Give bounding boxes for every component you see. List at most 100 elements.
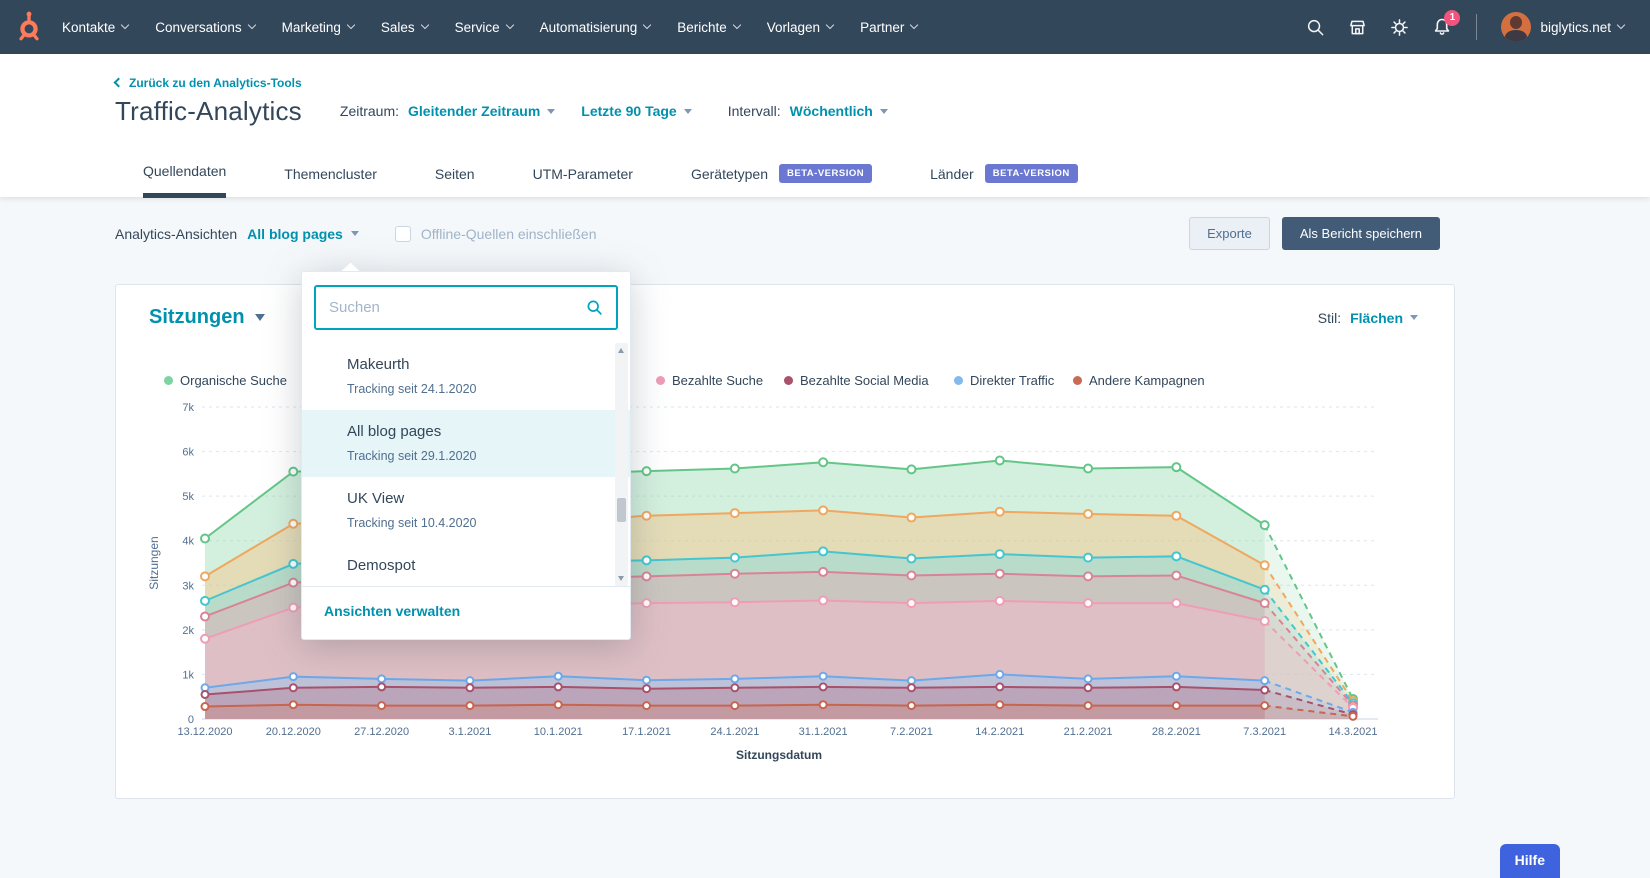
data-point xyxy=(288,518,299,529)
data-point xyxy=(906,464,917,475)
data-point xyxy=(288,466,299,477)
top-navigation: Kontakte Conversations Marketing Sales S… xyxy=(0,0,1650,54)
data-point xyxy=(818,505,829,516)
data-point xyxy=(377,682,387,692)
caret-down-icon xyxy=(254,314,265,321)
help-button[interactable]: Hilfe xyxy=(1499,844,1560,878)
chevron-down-icon xyxy=(420,20,429,30)
data-point xyxy=(288,602,299,613)
nav-item-berichte[interactable]: Berichte xyxy=(677,20,742,35)
marketplace-icon[interactable] xyxy=(1347,17,1368,38)
chart-style-dropdown[interactable]: Flächen xyxy=(1350,310,1418,326)
scroll-up-icon[interactable] xyxy=(618,348,624,353)
tab-seiten[interactable]: Seiten xyxy=(435,163,475,198)
tab-laender[interactable]: Länder BETA-VERSION xyxy=(930,163,1078,198)
scroll-down-icon[interactable] xyxy=(618,576,624,581)
data-point xyxy=(1259,520,1270,531)
view-option-makeurth[interactable]: Makeurth Tracking seit 24.1.2020 xyxy=(302,343,630,410)
view-option-demospot[interactable]: Demospot xyxy=(302,544,630,586)
data-point xyxy=(1083,463,1094,474)
user-avatar xyxy=(1501,12,1532,42)
notifications-bell-icon[interactable]: 1 xyxy=(1431,9,1461,38)
legend-dot xyxy=(954,376,963,385)
dropdown-scrollbar[interactable] xyxy=(615,343,628,586)
nav-item-kontakte[interactable]: Kontakte xyxy=(62,20,130,35)
data-point xyxy=(377,701,387,711)
data-point xyxy=(994,568,1005,579)
account-menu[interactable]: biglytics.net xyxy=(1501,12,1626,42)
chevron-down-icon xyxy=(642,20,652,30)
data-point xyxy=(642,675,652,685)
data-point xyxy=(995,669,1005,679)
caret-down-icon xyxy=(350,231,359,236)
intervall-dropdown[interactable]: Wöchentlich xyxy=(790,103,888,119)
data-point xyxy=(906,701,916,711)
nav-item-conversations[interactable]: Conversations xyxy=(155,20,256,35)
nav-item-service[interactable]: Service xyxy=(455,20,514,35)
view-option-uk-view[interactable]: UK View Tracking seit 10.4.2020 xyxy=(302,477,630,544)
tab-quellendaten[interactable]: Quellendaten xyxy=(143,163,227,198)
tab-utm-parameter[interactable]: UTM-Parameter xyxy=(533,163,633,198)
view-option-all-blog-pages[interactable]: All blog pages Tracking seit 29.1.2020 xyxy=(302,410,630,477)
chevron-down-icon xyxy=(121,20,130,30)
offline-sources-checkbox[interactable] xyxy=(394,225,411,242)
legend-dot xyxy=(164,376,173,385)
y-tick-label: 3k xyxy=(182,580,194,592)
export-button[interactable]: Exporte xyxy=(1189,217,1270,250)
data-point xyxy=(906,570,917,581)
x-tick-label: 20.12.2020 xyxy=(266,726,321,738)
chart-metric-dropdown[interactable]: Sitzungen xyxy=(149,306,265,329)
back-to-analytics-tools-link[interactable]: Zurück zu den Analytics-Tools xyxy=(113,54,302,90)
manage-views-link[interactable]: Ansichten verwalten xyxy=(324,603,460,619)
data-point xyxy=(994,595,1005,606)
chevron-down-icon xyxy=(346,20,356,30)
legend-dot xyxy=(1073,376,1082,385)
beta-badge: BETA-VERSION xyxy=(779,164,873,183)
data-point xyxy=(906,676,916,686)
nav-item-marketing[interactable]: Marketing xyxy=(282,20,356,35)
hubspot-logo-icon[interactable] xyxy=(12,8,46,46)
scrollbar-thumb[interactable] xyxy=(617,498,626,522)
tab-themencluster[interactable]: Themencluster xyxy=(284,163,377,198)
data-point xyxy=(641,571,652,582)
data-point xyxy=(465,701,475,711)
tab-geraetetypen[interactable]: Gerätetypen BETA-VERSION xyxy=(691,163,873,198)
save-as-report-button[interactable]: Als Bericht speichern xyxy=(1281,217,1440,250)
search-icon[interactable] xyxy=(1305,17,1326,38)
data-point xyxy=(1259,560,1270,571)
data-point xyxy=(1259,584,1270,595)
data-point xyxy=(288,672,298,682)
settings-gear-icon[interactable] xyxy=(1389,17,1410,38)
nav-item-sales[interactable]: Sales xyxy=(381,20,429,35)
data-point xyxy=(730,683,740,693)
data-point xyxy=(1171,671,1181,681)
view-list: Makeurth Tracking seit 24.1.2020 All blo… xyxy=(302,343,630,586)
y-tick-label: 5k xyxy=(182,491,194,503)
data-point xyxy=(1083,571,1094,582)
y-tick-label: 0 xyxy=(188,714,194,726)
data-point xyxy=(906,553,917,564)
zeitraum-range-dropdown[interactable]: Letzte 90 Tage xyxy=(581,103,692,119)
data-point xyxy=(200,702,210,712)
x-axis-title: Sitzungsdatum xyxy=(736,748,822,762)
analytics-views-dropdown[interactable]: All blog pages xyxy=(247,226,359,242)
data-point xyxy=(818,682,828,692)
data-point xyxy=(1171,551,1182,562)
data-point xyxy=(200,633,210,644)
view-search-input[interactable] xyxy=(316,298,573,317)
x-tick-label: 7.3.2021 xyxy=(1243,726,1286,738)
data-point xyxy=(1260,676,1270,686)
nav-item-vorlagen[interactable]: Vorlagen xyxy=(767,20,835,35)
y-tick-label: 6k xyxy=(182,447,194,459)
nav-item-automatisierung[interactable]: Automatisierung xyxy=(540,20,652,35)
data-point xyxy=(906,683,916,693)
data-point xyxy=(995,700,1005,710)
data-point xyxy=(729,552,740,563)
x-tick-label: 7.2.2021 xyxy=(890,726,933,738)
x-tick-label: 14.2.2021 xyxy=(975,726,1024,738)
data-point xyxy=(200,533,210,544)
legend-dot xyxy=(784,376,793,385)
zeitraum-type-dropdown[interactable]: Gleitender Zeitraum xyxy=(408,103,556,119)
chevron-down-icon xyxy=(732,20,742,30)
nav-item-partner[interactable]: Partner xyxy=(860,20,919,35)
